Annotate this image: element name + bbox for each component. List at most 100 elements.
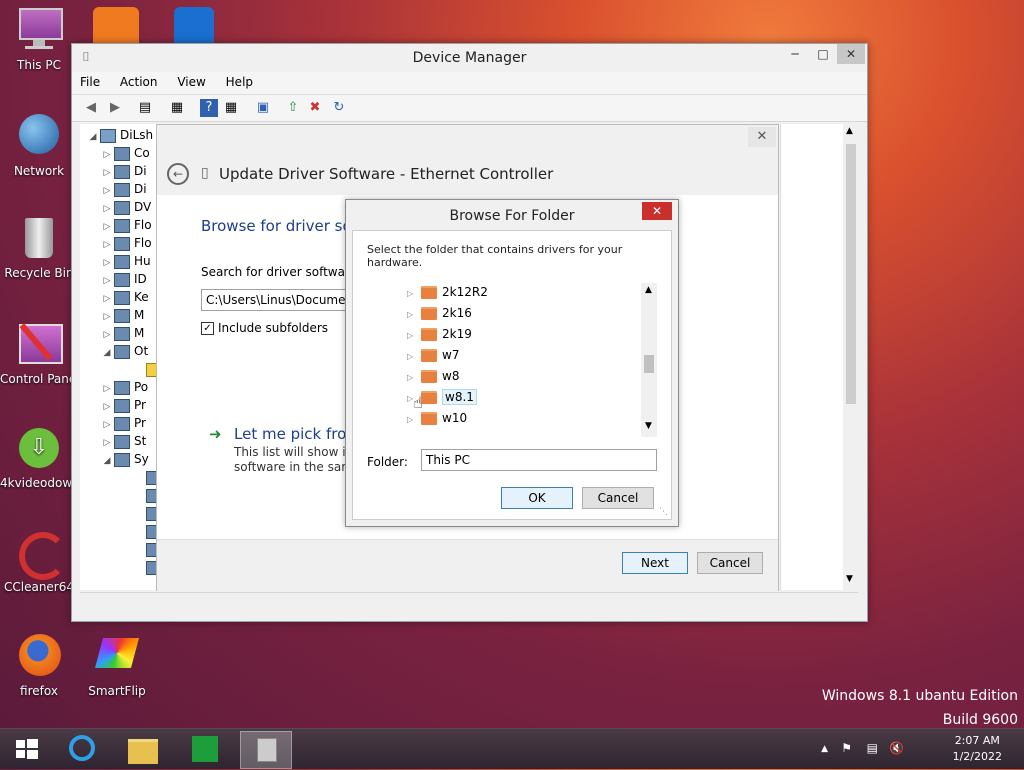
desktop-icon-this-pc[interactable]: This PC xyxy=(0,6,78,72)
next-button[interactable]: Next xyxy=(622,552,688,574)
file-explorer-icon[interactable] xyxy=(120,731,164,767)
back-arrow-icon[interactable]: ◀ xyxy=(82,99,100,117)
tree-item[interactable]: ▷ Pr xyxy=(100,398,146,416)
folder-item[interactable]: ▷ w8 xyxy=(407,369,459,388)
menu-help[interactable]: Help xyxy=(218,72,261,89)
expand-arrow-icon[interactable]: ▷ xyxy=(407,373,421,382)
expand-arrow-icon[interactable]: ▷ xyxy=(100,384,114,394)
collapse-arrow-icon[interactable]: ◢ xyxy=(100,456,114,466)
expand-arrow-icon[interactable]: ▷ xyxy=(100,204,114,214)
view-icon[interactable]: ▦ xyxy=(222,99,240,117)
tree-item[interactable]: ◢ Ot xyxy=(100,344,148,362)
scroll-up-icon[interactable]: ▲ xyxy=(846,126,853,136)
network-icon[interactable]: ▤ xyxy=(867,741,878,755)
pick-driver-link[interactable]: Let me pick from xyxy=(234,425,361,443)
enable-device-icon[interactable]: ↻ xyxy=(330,99,348,117)
resize-grip-icon[interactable]: ⋱ xyxy=(659,507,668,517)
tree-item[interactable]: ▷ Flo xyxy=(100,218,152,236)
tree-item[interactable]: ▷ Di xyxy=(100,182,147,200)
collapse-arrow-icon[interactable]: ◢ xyxy=(100,348,114,358)
minimize-button[interactable]: ─ xyxy=(781,44,809,64)
include-subfolders-checkbox[interactable]: ✓ Include subfolders xyxy=(201,321,328,335)
expand-arrow-icon[interactable]: ▷ xyxy=(100,330,114,340)
expand-arrow-icon[interactable]: ▷ xyxy=(407,331,421,340)
tree-item[interactable]: ▷ Hu xyxy=(100,254,151,272)
desktop-icon-control-panel[interactable]: Control Panel xyxy=(0,320,78,386)
tree-item[interactable]: ▷ M xyxy=(100,308,144,326)
tree-item[interactable] xyxy=(132,362,158,380)
tree-item[interactable]: ▷ ID xyxy=(100,272,147,290)
tree-item[interactable]: ▷ Pr xyxy=(100,416,146,434)
app-icon-partial-orange[interactable] xyxy=(93,7,139,43)
scroll-down-icon[interactable]: ▼ xyxy=(645,421,652,431)
show-hidden-icons-icon[interactable]: ▲ xyxy=(821,744,828,754)
expand-arrow-icon[interactable]: ▷ xyxy=(407,289,421,298)
properties-icon[interactable]: ▤ xyxy=(136,99,154,117)
expand-arrow-icon[interactable]: ▷ xyxy=(407,310,421,319)
driver-path-input[interactable]: C:\Users\Linus\Document xyxy=(201,289,355,311)
volume-muted-icon[interactable]: 🔇 xyxy=(889,741,904,755)
list-icon[interactable]: ▦ xyxy=(168,99,186,117)
scroll-thumb[interactable] xyxy=(644,355,654,373)
desktop-icon-network[interactable]: Network xyxy=(0,112,78,178)
expand-arrow-icon[interactable]: ▷ xyxy=(100,294,114,304)
scan-icon[interactable]: ▣ xyxy=(254,99,272,117)
expand-arrow-icon[interactable]: ▷ xyxy=(100,222,114,232)
scroll-down-icon[interactable]: ▼ xyxy=(846,574,853,584)
scroll-up-icon[interactable]: ▲ xyxy=(645,285,652,295)
tree-item[interactable]: ◢ Sy xyxy=(100,452,149,470)
tree-item[interactable]: ▷ Di xyxy=(100,164,147,182)
uninstall-icon[interactable]: ✖ xyxy=(306,99,324,117)
folder-item[interactable]: ▷ 2k16 xyxy=(407,306,472,325)
expand-arrow-icon[interactable]: ▷ xyxy=(100,186,114,196)
folder-item[interactable]: ▷ 2k12R2 xyxy=(407,285,488,304)
desktop-icon-ccleaner[interactable]: CCleaner64 xyxy=(0,528,78,594)
store-icon[interactable] xyxy=(182,731,226,767)
menu-file[interactable]: File xyxy=(72,72,108,89)
tree-item[interactable]: ▷ Ke xyxy=(100,290,149,308)
tree-root[interactable]: ◢ DiLsh xyxy=(86,128,153,146)
folder-input[interactable]: This PC xyxy=(421,449,657,471)
tree-item[interactable]: ▷ M xyxy=(100,326,144,344)
menu-view[interactable]: View xyxy=(169,72,213,89)
teamviewer-icon[interactable] xyxy=(174,7,214,43)
menu-action[interactable]: Action xyxy=(112,72,166,89)
cancel-button[interactable]: Cancel xyxy=(582,487,654,509)
start-button[interactable] xyxy=(4,731,48,767)
dialog-close-button[interactable]: ✕ xyxy=(642,202,672,220)
help-icon[interactable]: ? xyxy=(200,99,218,117)
expand-arrow-icon[interactable]: ▷ xyxy=(100,258,114,268)
desktop-icon-firefox[interactable]: firefox xyxy=(0,632,78,698)
folder-item[interactable]: ▷ 2k19 xyxy=(407,327,472,346)
expand-arrow-icon[interactable]: ▷ xyxy=(100,420,114,430)
device-manager-taskbar-button[interactable] xyxy=(240,731,292,769)
expand-arrow-icon[interactable]: ▷ xyxy=(100,240,114,250)
expand-arrow-icon[interactable]: ▷ xyxy=(407,352,421,361)
expand-arrow-icon[interactable]: ▷ xyxy=(100,168,114,178)
expand-arrow-icon[interactable]: ▷ xyxy=(407,415,421,424)
back-button[interactable]: ← xyxy=(167,163,189,185)
desktop-icon-4kvideodownloader[interactable]: ⇩ 4kvideodow... xyxy=(0,424,78,490)
folder-scrollbar[interactable]: ▲ ▼ xyxy=(641,283,657,437)
tree-item[interactable]: ▷ Flo xyxy=(100,236,152,254)
expand-arrow-icon[interactable]: ▷ xyxy=(100,438,114,448)
action-center-flag-icon[interactable]: ⚑ xyxy=(841,741,852,755)
folder-item[interactable]: ▷ w7 xyxy=(407,348,459,367)
desktop-icon-smartflip[interactable]: SmartFlip xyxy=(78,632,156,698)
tree-item[interactable]: ▷ DV xyxy=(100,200,151,218)
expand-arrow-icon[interactable]: ▷ xyxy=(100,312,114,322)
expand-arrow-icon[interactable]: ▷ xyxy=(100,276,114,286)
update-driver-icon[interactable]: ⇧ xyxy=(284,99,302,117)
wizard-close-button[interactable]: ✕ xyxy=(748,127,776,147)
vertical-scrollbar[interactable]: ▲ ▼ xyxy=(843,124,859,590)
expand-arrow-icon[interactable]: ▷ xyxy=(100,150,114,160)
folder-item[interactable]: ▷ w10 xyxy=(407,411,467,430)
ok-button[interactable]: OK xyxy=(501,487,573,509)
expand-arrow-icon[interactable]: ▷ xyxy=(100,402,114,412)
desktop-icon-recycle-bin[interactable]: Recycle Bin xyxy=(0,214,78,280)
clock[interactable]: 2:07 AM 1/2/2022 xyxy=(953,733,1002,765)
tree-item[interactable]: ▷ St xyxy=(100,434,146,452)
internet-explorer-icon[interactable] xyxy=(60,731,104,767)
tree-item[interactable]: ▷ Co xyxy=(100,146,150,164)
forward-arrow-icon[interactable]: ▶ xyxy=(106,99,124,117)
